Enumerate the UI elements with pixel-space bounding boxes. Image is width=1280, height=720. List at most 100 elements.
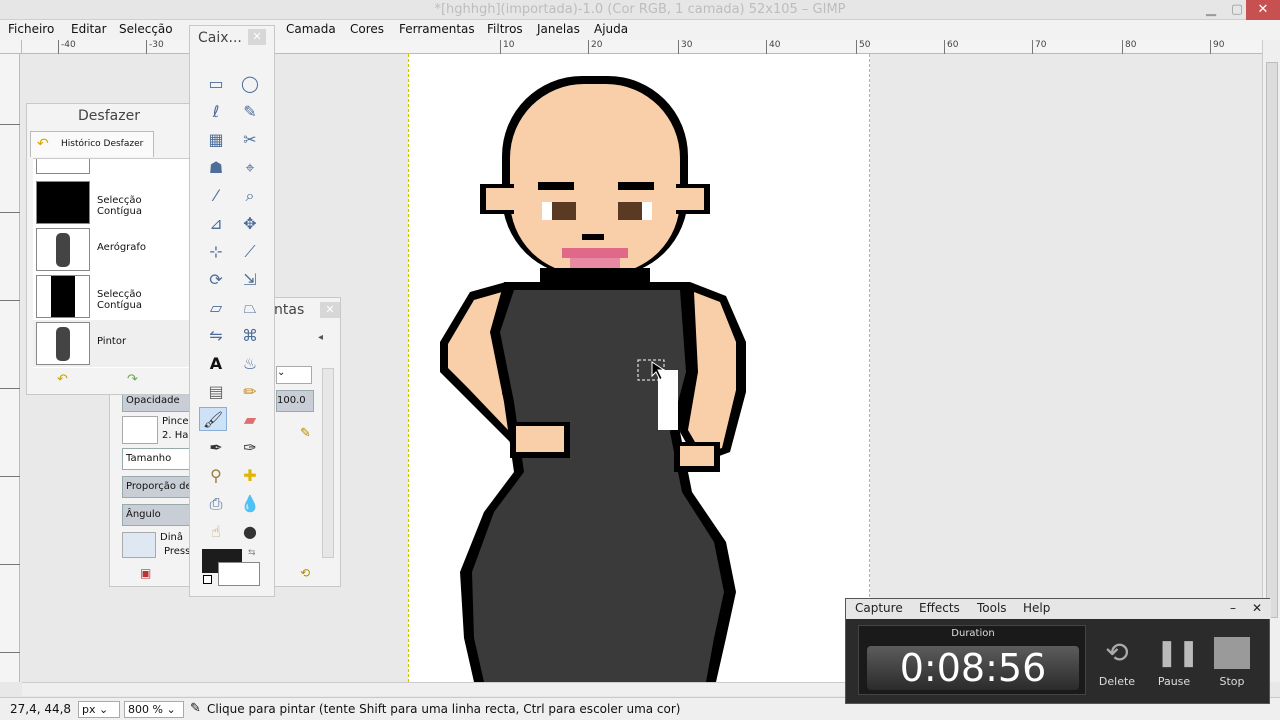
- ruler-label: 20: [591, 40, 603, 50]
- eraser-icon[interactable]: ▰: [236, 408, 264, 432]
- toolbox: Caix... ✕ ▭ ◯ ℓ ✎ ▦ ✂ ☗ ⌖ ⁄ ⌕ ⊿ ✥ ⊹ ⟋ ⟳ …: [189, 25, 275, 597]
- rect-select-icon[interactable]: ▭: [202, 72, 230, 96]
- list-item[interactable]: Selecção Contígua: [33, 273, 189, 320]
- duration-display: 0:08:56: [867, 646, 1079, 690]
- menu-ajuda[interactable]: Ajuda: [594, 22, 628, 36]
- list-item[interactable]: [33, 159, 189, 176]
- capture-widget: Capture Effects Tools Help – ✕ Duration …: [845, 598, 1271, 704]
- shear-icon[interactable]: ▱: [202, 296, 230, 320]
- default-colors-icon[interactable]: [203, 575, 212, 584]
- status-message: Clique para pintar (tente Shift para uma…: [207, 702, 681, 716]
- scissors-icon[interactable]: ✂: [236, 128, 264, 152]
- close-icon[interactable]: ✕: [248, 29, 266, 45]
- mode-dropdown[interactable]: ⌄: [276, 366, 312, 384]
- dialog-title: Desfazer: [78, 108, 140, 124]
- minimize-button[interactable]: ▁: [1194, 0, 1228, 20]
- move-icon[interactable]: ✥: [236, 212, 264, 236]
- cage-icon[interactable]: ⌘: [236, 324, 264, 348]
- perspective-icon[interactable]: ⏢: [236, 296, 264, 320]
- gradient-icon[interactable]: ▤: [202, 380, 230, 404]
- close-button[interactable]: ✕: [1246, 0, 1280, 20]
- ruler-label: 50: [859, 40, 871, 50]
- thumbnail: [36, 228, 90, 271]
- heal-icon[interactable]: ✚: [236, 464, 264, 488]
- maximize-button[interactable]: ▢: [1228, 0, 1246, 20]
- opacity-value[interactable]: 100.0: [276, 390, 314, 412]
- paintbrush-icon[interactable]: 🖌: [199, 407, 227, 431]
- lasso-icon[interactable]: ℓ: [202, 100, 230, 124]
- tab-menu-icon[interactable]: ◂: [318, 332, 323, 343]
- scale-icon[interactable]: ⇲: [236, 268, 264, 292]
- unit-select[interactable]: px ⌄: [78, 701, 120, 718]
- menu-cores[interactable]: Cores: [350, 22, 384, 36]
- reset-icon[interactable]: ⟲: [300, 566, 310, 580]
- redo-icon[interactable]: ↷: [127, 372, 138, 387]
- tab-label: Histórico Desfazer: [61, 139, 144, 149]
- scroll-thumb[interactable]: [1266, 62, 1278, 618]
- menu-janelas[interactable]: Janelas: [537, 22, 580, 36]
- menu-ferramentas[interactable]: Ferramentas: [399, 22, 475, 36]
- airbrush-icon[interactable]: ✒: [202, 436, 230, 460]
- menu-seleccao[interactable]: Selecção: [119, 22, 173, 36]
- clone-icon[interactable]: ⚲: [202, 464, 230, 488]
- stop-button[interactable]: Stop: [1207, 637, 1257, 688]
- zoom-icon[interactable]: ⌕: [236, 184, 264, 208]
- bucket-fill-icon[interactable]: ♨: [236, 352, 264, 376]
- menu-tools[interactable]: Tools: [977, 601, 1007, 615]
- measure-icon[interactable]: ⊿: [202, 212, 230, 236]
- pixel-art-character[interactable]: [430, 72, 750, 682]
- dynamics-icon[interactable]: [122, 532, 156, 558]
- capture-menu-bar: Capture Effects Tools Help – ✕: [846, 599, 1271, 619]
- background-color[interactable]: [218, 562, 260, 586]
- menu-camada[interactable]: Camada: [286, 22, 336, 36]
- ruler-label: 90: [1213, 40, 1225, 50]
- swap-colors-icon[interactable]: ⇆: [248, 548, 256, 558]
- ellipse-select-icon[interactable]: ◯: [236, 72, 264, 96]
- menu-editar[interactable]: Editar: [71, 22, 107, 36]
- undo-history-list[interactable]: Selecção Contígua Aerógrafo Selecção Con…: [33, 158, 189, 368]
- ruler-corner[interactable]: [0, 40, 22, 54]
- pause-label: Pause: [1157, 675, 1191, 688]
- save-options-icon[interactable]: ▣: [140, 566, 151, 580]
- ruler-label: 30: [681, 40, 693, 50]
- crop-icon[interactable]: ⟋: [236, 240, 264, 264]
- brush-preview[interactable]: [122, 416, 158, 444]
- fuzzy-select-icon[interactable]: ✎: [236, 100, 264, 124]
- menu-filtros[interactable]: Filtros: [487, 22, 523, 36]
- list-item[interactable]: Pintor: [33, 320, 189, 367]
- close-icon[interactable]: ✕: [1252, 601, 1262, 615]
- close-icon[interactable]: ✕: [320, 302, 340, 318]
- blur-icon[interactable]: 💧: [236, 492, 264, 516]
- menu-help[interactable]: Help: [1023, 601, 1050, 615]
- delete-button[interactable]: ⟲ Delete: [1092, 637, 1142, 689]
- zoom-select[interactable]: 800 % ⌄: [124, 701, 184, 718]
- list-item[interactable]: Selecção Contígua: [33, 179, 189, 226]
- text-icon[interactable]: A: [202, 352, 230, 376]
- pencil-icon[interactable]: ✏: [236, 380, 264, 404]
- align-icon[interactable]: ⊹: [202, 240, 230, 264]
- edit-icon[interactable]: ✎: [300, 426, 311, 441]
- foreground-select-icon[interactable]: ☗: [202, 156, 230, 180]
- menu-effects[interactable]: Effects: [919, 601, 960, 615]
- perspective-clone-icon[interactable]: ⎙: [202, 492, 230, 516]
- pause-button[interactable]: ❚❚ Pause: [1149, 637, 1200, 688]
- delete-label: Delete: [1098, 675, 1136, 688]
- vertical-scrollbar[interactable]: [1262, 40, 1280, 682]
- dodge-burn-icon[interactable]: ●: [236, 520, 264, 544]
- color-select-icon[interactable]: ▦: [202, 128, 230, 152]
- undo-icon[interactable]: ↶: [57, 372, 68, 387]
- item-label: Selecção Contígua: [97, 195, 142, 217]
- ink-icon[interactable]: ✑: [236, 436, 264, 460]
- minimize-icon[interactable]: –: [1230, 601, 1236, 615]
- undo-history-icon: ↶: [37, 136, 49, 152]
- list-item[interactable]: Aerógrafo: [33, 226, 189, 273]
- menu-capture[interactable]: Capture: [855, 601, 903, 615]
- tab-undo-history[interactable]: ↶ Histórico Desfazer: [30, 131, 154, 157]
- options-scrollbar[interactable]: [322, 368, 334, 558]
- flip-icon[interactable]: ⇋: [202, 324, 230, 348]
- smudge-icon[interactable]: ☝: [202, 520, 230, 544]
- rotate-icon[interactable]: ⟳: [202, 268, 230, 292]
- paths-icon[interactable]: ⌖: [236, 156, 264, 180]
- color-picker-icon[interactable]: ⁄: [202, 184, 230, 208]
- menu-ficheiro[interactable]: Ficheiro: [8, 22, 54, 36]
